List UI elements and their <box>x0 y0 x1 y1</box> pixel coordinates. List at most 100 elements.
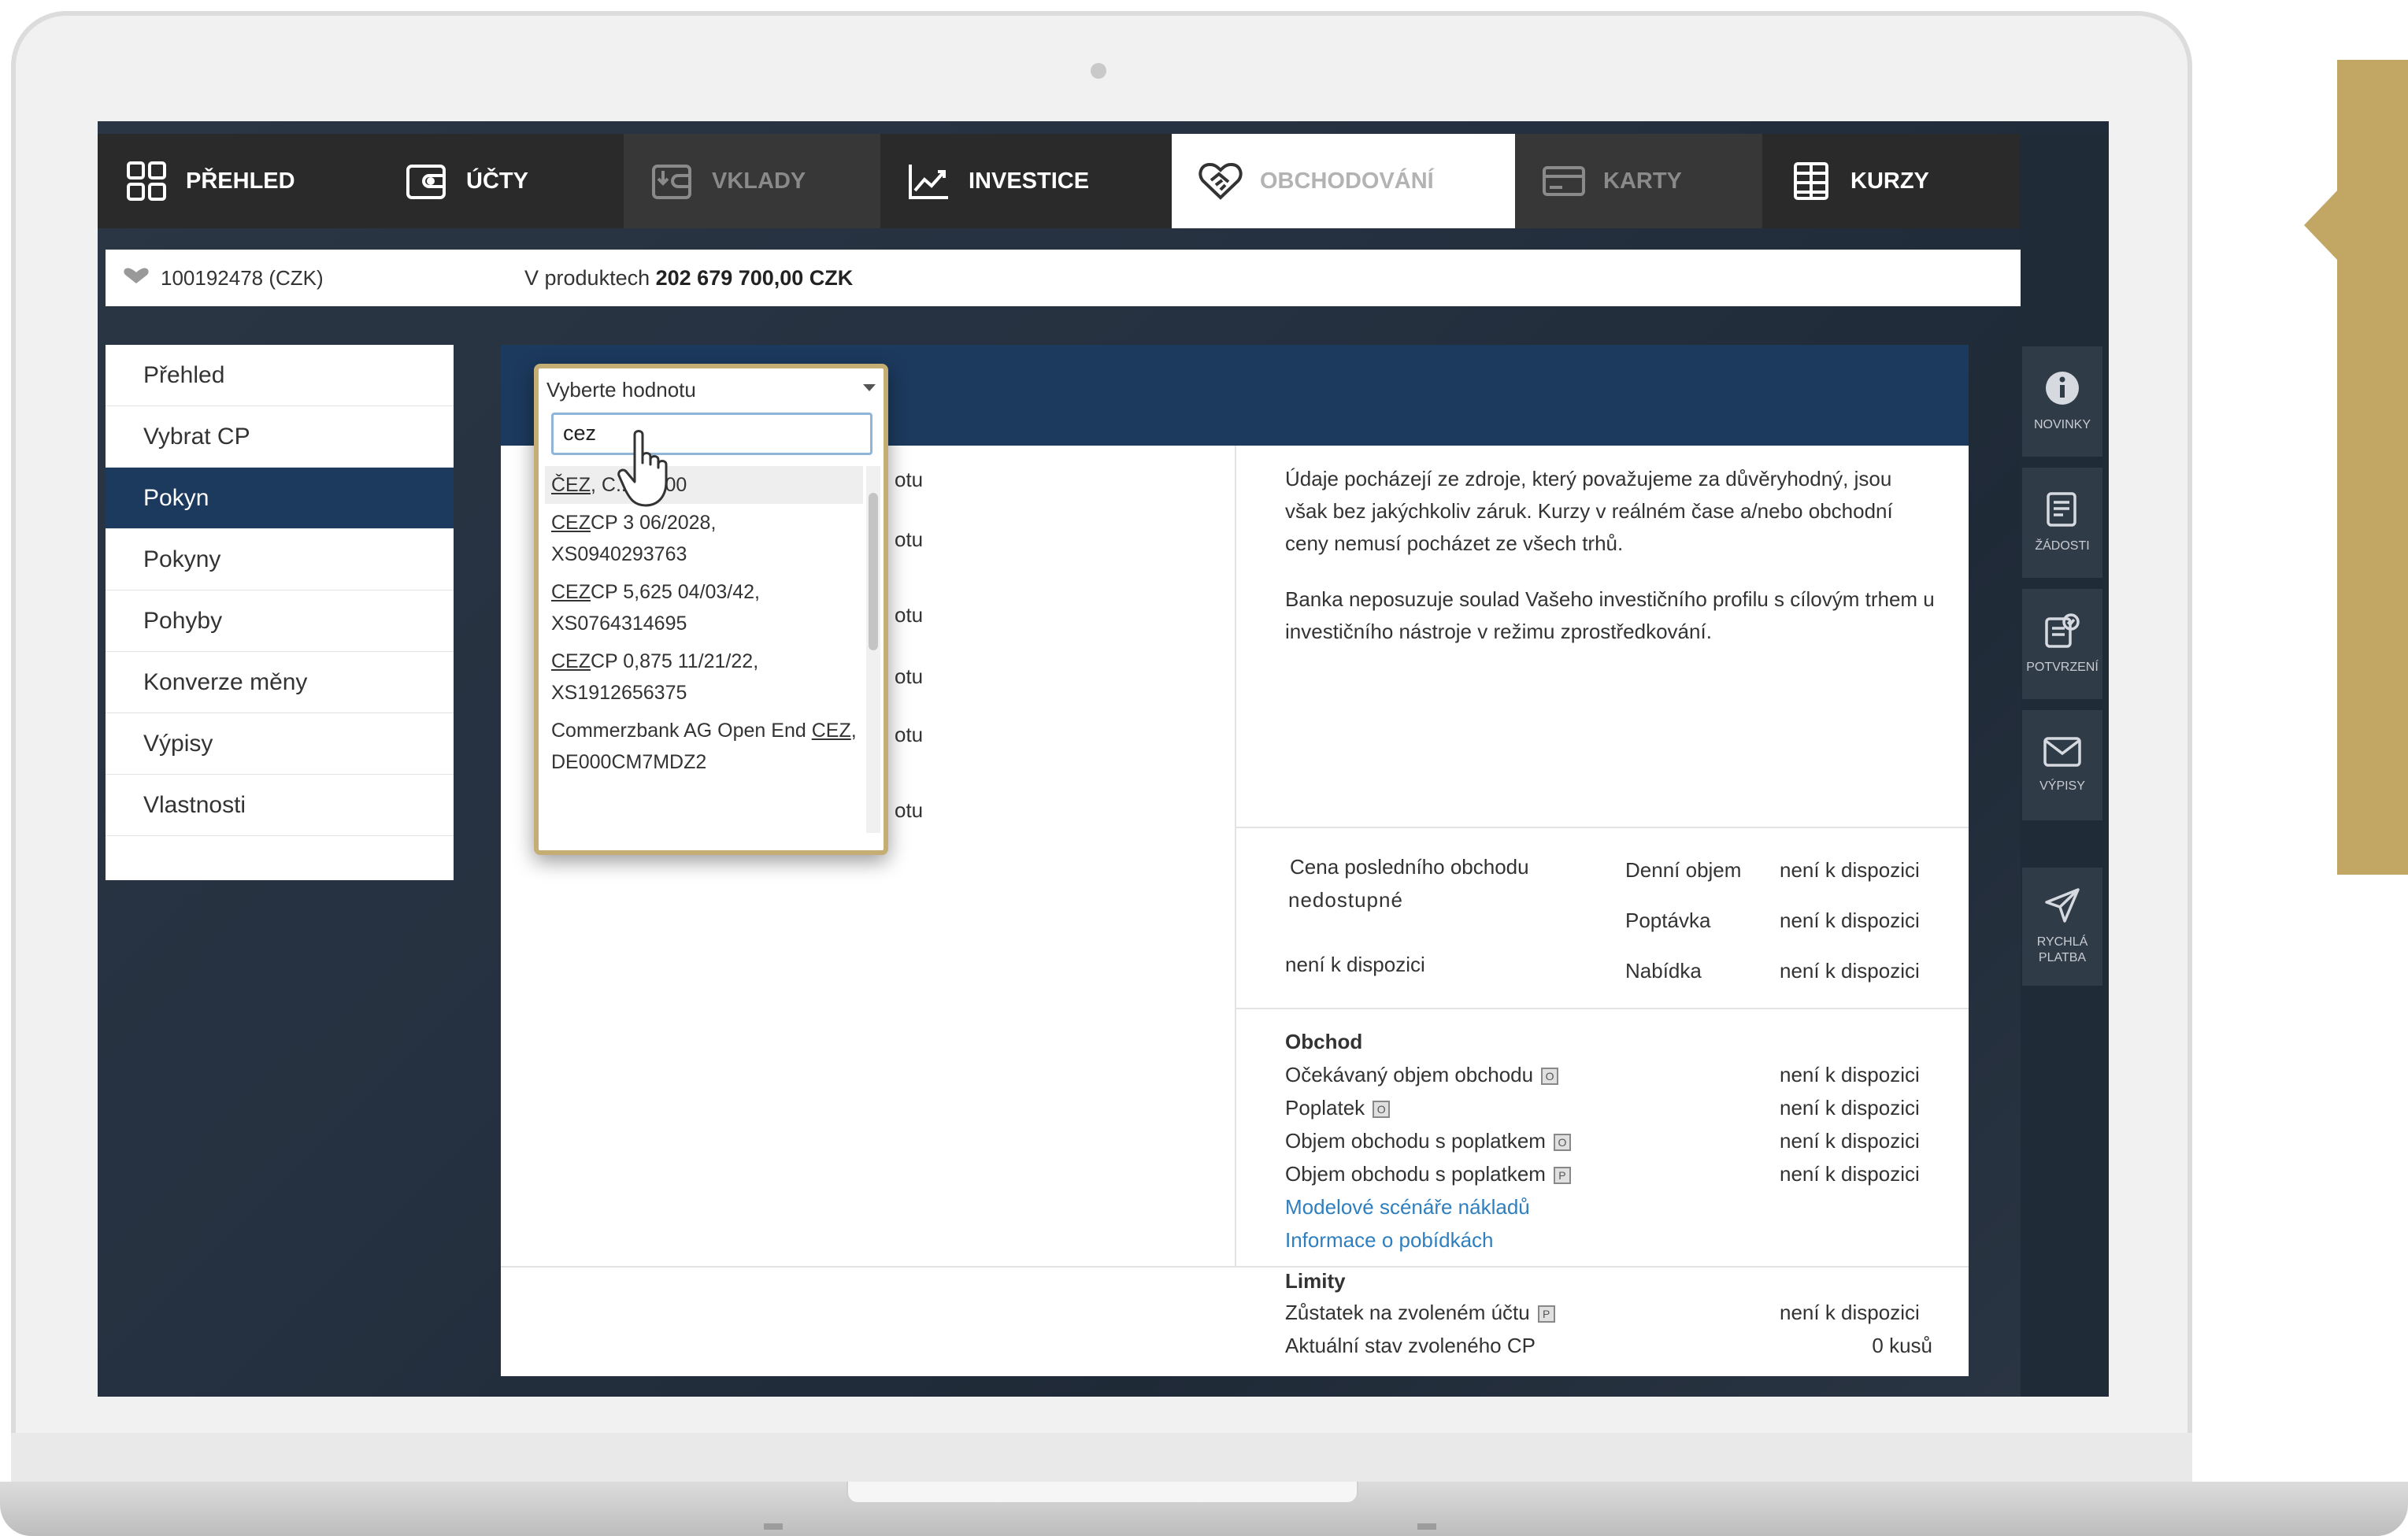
info-badge[interactable]: O <box>1541 1068 1559 1086</box>
account-selector[interactable]: 100192478 (CZK) <box>123 266 524 291</box>
chevron-down-icon[interactable] <box>863 384 876 391</box>
nav-vklady[interactable]: VKLADY <box>624 134 880 228</box>
security-search-input[interactable]: cez <box>551 413 872 455</box>
form-label-fragment: otu <box>895 468 924 491</box>
dropdown-option[interactable]: CEZCP 5,625 04/03/42, XS0764314695 <box>545 573 863 642</box>
side-button-novinky[interactable]: NOVINKY <box>2022 346 2102 457</box>
quote-value: není k dispozici <box>1780 909 1920 932</box>
menu-item-pohyby[interactable]: Pohyby <box>106 590 454 652</box>
laptop-foot <box>1417 1523 1436 1530</box>
handshake-icon <box>1198 159 1243 203</box>
nav-karty[interactable]: KARTY <box>1515 134 1762 228</box>
last-price-value: nedostupné <box>1288 888 1403 912</box>
menu-item-konverze-meny[interactable]: Konverze měny <box>106 652 454 713</box>
side-button-label: ŽÁDOSTI <box>2035 539 2090 553</box>
dropdown-scrollbar[interactable] <box>866 466 880 833</box>
limits-row-label: Aktuální stav zvoleného CP <box>1285 1334 1536 1357</box>
side-button-vypisy[interactable]: VÝPISY <box>2022 710 2102 820</box>
limits-value: 0 kusů <box>1872 1334 1932 1357</box>
disclaimer: Údaje pocházejí ze zdroje, který považuj… <box>1285 463 1939 672</box>
last-price-sub: není k dispozici <box>1285 953 1425 976</box>
info-icon <box>2044 370 2080 411</box>
panel-divider <box>501 1266 1969 1268</box>
quote-label: Denní objem <box>1625 858 1742 882</box>
in-products-label: V produktech <box>524 265 650 290</box>
nav-label: KURZY <box>1850 168 1929 194</box>
last-price-label: Cena posledního obchodu <box>1290 855 1529 879</box>
nav-label: KARTY <box>1603 168 1682 194</box>
cost-scenarios-link[interactable]: Modelové scénáře nákladů <box>1285 1195 1530 1220</box>
nav-label: PŘEHLED <box>186 168 295 194</box>
quote-label: Nabídka <box>1625 959 1702 983</box>
nav-obchodovani[interactable]: OBCHODOVÁNÍ <box>1172 134 1515 228</box>
form-label-fragment: otu <box>895 723 924 746</box>
grid-icon <box>124 159 169 203</box>
nav-kurzy[interactable]: KURZY <box>1762 134 2021 228</box>
wallet-icon <box>405 159 449 203</box>
nav-prehled[interactable]: PŘEHLED <box>98 134 378 228</box>
form-label-fragment: otu <box>895 664 924 688</box>
trade-row-label: Objem obchodu s poplatkem P <box>1285 1162 1571 1186</box>
nav-investice[interactable]: INVESTICE <box>880 134 1172 228</box>
dropdown-option[interactable]: Commerzbank AG Open End CEZ, DE000CM7MDZ… <box>545 712 863 781</box>
trade-label-text: Objem obchodu s poplatkem <box>1285 1129 1546 1153</box>
nav-label: ÚČTY <box>466 168 528 194</box>
nav-ucty[interactable]: ÚČTY <box>378 134 624 228</box>
menu-item-pokyn[interactable]: Pokyn <box>106 468 454 529</box>
dropdown-option[interactable]: ČEZ, C...12300 <box>545 466 863 504</box>
limits-label-text: Zůstatek na zvoleném účtu <box>1285 1301 1530 1324</box>
account-icon <box>123 266 161 291</box>
dropdown-option[interactable]: CEZCP 3 06/2028, XS0940293763 <box>545 504 863 573</box>
side-button-label: POTVRZENÍ <box>2026 661 2099 674</box>
select-placeholder[interactable]: Vyberte hodnotu <box>546 378 876 402</box>
dropdown-options: ČEZ, C...12300 CEZCP 3 06/2028, XS094029… <box>545 466 863 833</box>
account-number: 100192478 (CZK) <box>161 265 324 290</box>
side-button-zadosti[interactable]: ŽÁDOSTI <box>2022 468 2102 578</box>
trade-value: není k dispozici <box>1780 1063 1920 1086</box>
left-menu: Přehled Vybrat CP Pokyn Pokyny Pohyby Ko… <box>106 345 454 880</box>
side-button-label: RYCHLÁ PLATBA <box>2036 935 2088 964</box>
option-match: CEZ <box>551 650 591 672</box>
trade-label-text: Poplatek <box>1285 1096 1365 1120</box>
menu-item-vlastnosti[interactable]: Vlastnosti <box>106 775 454 836</box>
scrollbar-thumb[interactable] <box>869 493 878 650</box>
menu-item-vypisy[interactable]: Výpisy <box>106 713 454 775</box>
option-text: Commerzbank AG Open End <box>551 720 812 742</box>
dropdown-option[interactable]: CEZCP 0,875 11/21/22, XS1912656375 <box>545 642 863 712</box>
info-badge[interactable]: O <box>1373 1101 1391 1119</box>
incentives-info-link[interactable]: Informace o pobídkách <box>1285 1228 1494 1253</box>
info-badge[interactable]: P <box>1553 1167 1571 1185</box>
hand-pointer-icon <box>617 430 680 513</box>
security-select-dropdown[interactable]: Vyberte hodnotu cez ČEZ, C...12300 CEZCP… <box>534 364 888 855</box>
option-match: CEZ <box>551 512 591 534</box>
limits-value: není k dispozici <box>1780 1301 1920 1324</box>
callout-pointer <box>2304 189 2339 261</box>
trade-value: není k dispozici <box>1780 1096 1920 1120</box>
form-label-fragment: otu <box>895 527 924 551</box>
request-icon <box>2046 491 2079 532</box>
info-badge[interactable]: P <box>1537 1305 1555 1323</box>
callout-box <box>2337 60 2408 875</box>
side-button-potvrzeni[interactable]: POTVRZENÍ <box>2022 589 2102 699</box>
menu-item-pokyny[interactable]: Pokyny <box>106 529 454 590</box>
side-button-rychla-platba[interactable]: RYCHLÁ PLATBA <box>2022 868 2102 986</box>
menu-item-prehled[interactable]: Přehled <box>106 345 454 406</box>
laptop-foot <box>764 1523 783 1530</box>
in-products-summary: V produktech 202 679 700,00 CZK <box>524 266 853 291</box>
option-match: CEZ <box>811 720 851 742</box>
section-divider <box>1236 827 1969 828</box>
quote-label: Poptávka <box>1625 909 1711 932</box>
deposit-icon <box>650 159 695 203</box>
app-screen: PŘEHLED ÚČTY VKLADY INVESTICE OBCHODOVÁN… <box>98 121 2109 1397</box>
menu-item-vybrat-cp[interactable]: Vybrat CP <box>106 406 454 468</box>
nav-label: VKLADY <box>712 168 806 194</box>
in-products-value: 202 679 700,00 CZK <box>655 265 854 290</box>
disclaimer-text: Údaje pocházejí ze zdroje, který považuj… <box>1285 467 1893 555</box>
quote-value: není k dispozici <box>1780 858 1920 882</box>
laptop-chin <box>11 1433 2192 1488</box>
trade-title: Obchod <box>1285 1030 1363 1053</box>
option-match: ČEZ <box>551 474 591 496</box>
info-badge[interactable]: O <box>1553 1134 1571 1152</box>
option-match: CEZ <box>551 581 591 603</box>
mail-icon <box>2043 736 2082 772</box>
